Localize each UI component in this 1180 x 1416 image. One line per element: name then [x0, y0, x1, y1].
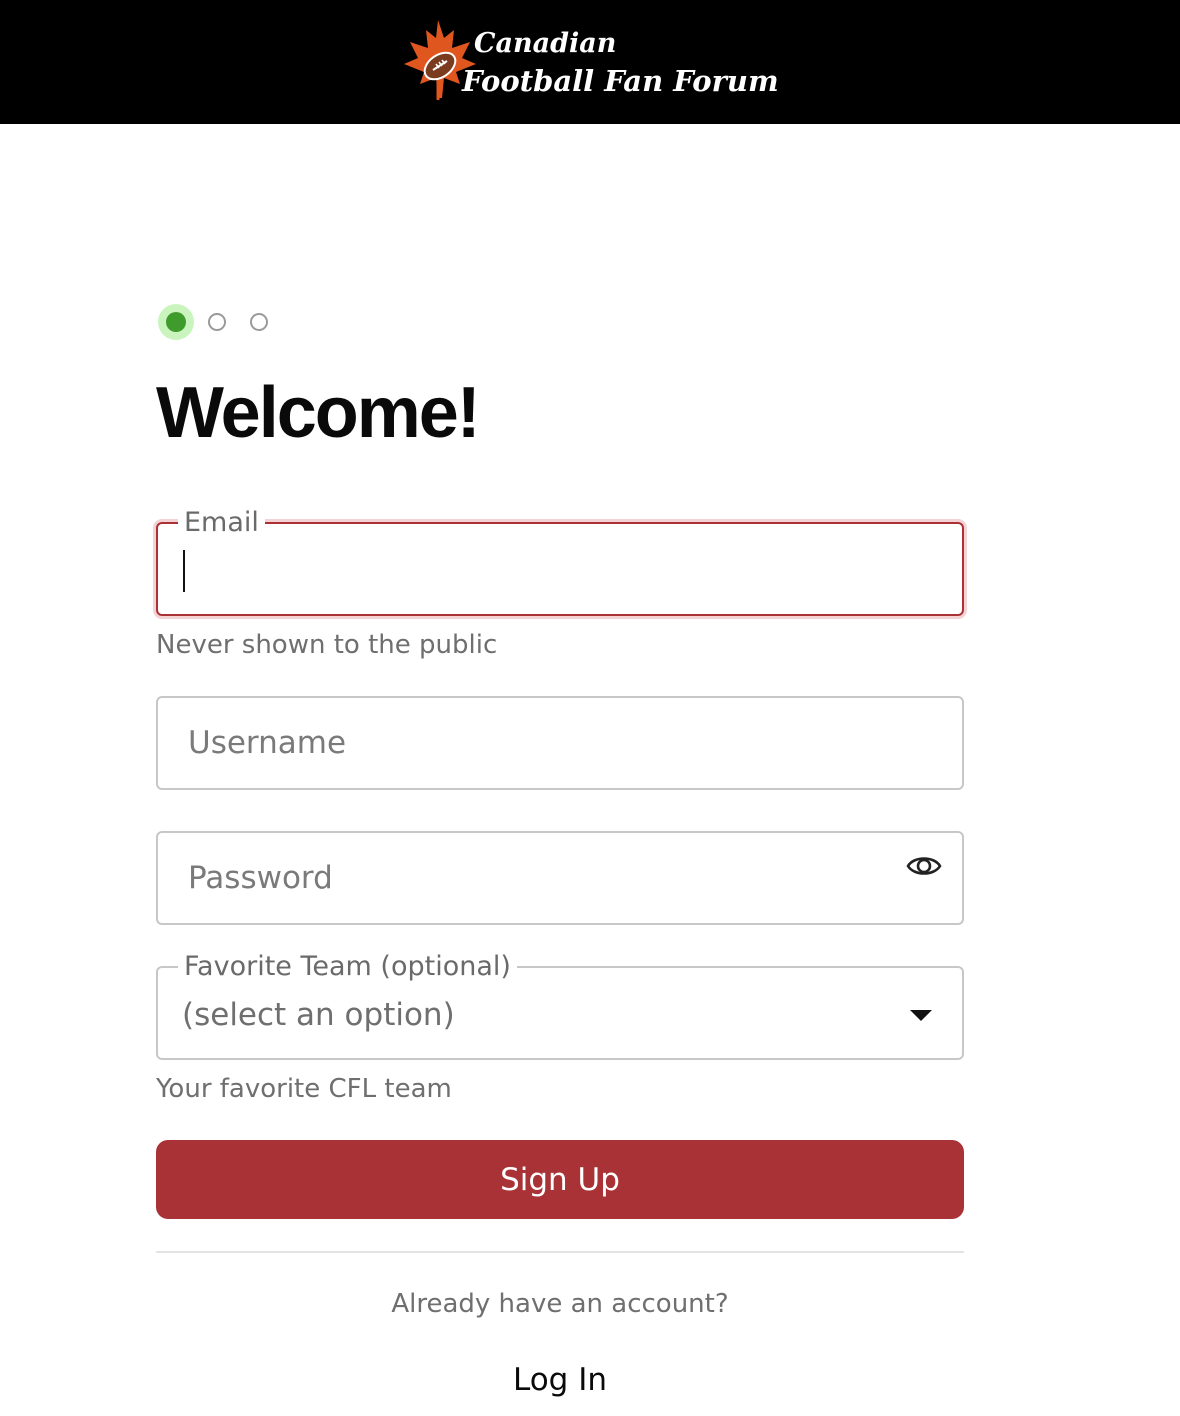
password-field[interactable]: Password: [156, 831, 964, 925]
username-placeholder: Username: [188, 725, 347, 761]
favorite-team-select[interactable]: Favorite Team (optional) (select an opti…: [156, 950, 964, 1060]
text-cursor: [183, 550, 185, 592]
site-logo[interactable]: Canadian Football Fan Forum: [398, 14, 779, 110]
sign-up-button[interactable]: Sign Up: [156, 1140, 964, 1219]
eye-icon[interactable]: [906, 851, 942, 881]
password-placeholder: Password: [188, 860, 333, 896]
chevron-down-icon: [910, 1010, 932, 1021]
logo-text-line2: Football Fan Forum: [462, 64, 779, 98]
step-dot-3: [250, 313, 268, 331]
logo-text-line1: Canadian: [474, 28, 617, 59]
email-label: Email: [178, 506, 265, 540]
favorite-team-label: Favorite Team (optional): [178, 950, 517, 984]
favorite-team-selected-value: (select an option): [182, 997, 455, 1033]
already-have-account-text: Already have an account?: [391, 1289, 729, 1319]
username-field[interactable]: Username: [156, 696, 964, 790]
step-dot-2: [208, 313, 226, 331]
favorite-team-helper-text: Your favorite CFL team: [156, 1074, 452, 1104]
email-field[interactable]: Email: [156, 506, 964, 616]
step-indicator: [158, 304, 288, 340]
email-helper-text: Never shown to the public: [156, 630, 498, 660]
step-dot-1-active: [166, 312, 186, 332]
site-header: Canadian Football Fan Forum: [0, 0, 1180, 124]
page-title: Welcome!: [156, 373, 481, 453]
divider: [156, 1251, 964, 1253]
log-in-link[interactable]: Log In: [456, 1358, 664, 1402]
